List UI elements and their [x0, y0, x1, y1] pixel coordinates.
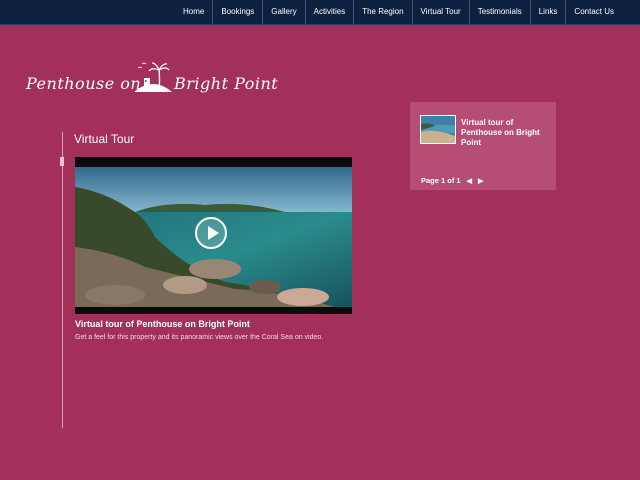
video-title: Virtual tour of Penthouse on Bright Poin… — [75, 319, 250, 329]
page-title: Virtual Tour — [74, 132, 135, 146]
video-description: Get a feel for this property and its pan… — [75, 334, 324, 341]
video-list-link[interactable]: Virtual tour of Penthouse on Bright Poin… — [461, 118, 551, 148]
nav-bookings[interactable]: Bookings — [213, 0, 264, 24]
video-player[interactable] — [75, 157, 352, 314]
video-list-thumbnail[interactable] — [420, 115, 456, 144]
content-divider-marker — [60, 157, 64, 166]
nav-testimonials[interactable]: Testimonials — [470, 0, 531, 24]
site-logo[interactable]: Penthouse on Bright Point — [26, 58, 306, 104]
content-divider-line — [62, 132, 63, 428]
nav-activities[interactable]: Activities — [306, 0, 355, 24]
triangle-left-icon[interactable]: ◀ — [467, 177, 472, 185]
pager-label: Page 1 of 1 — [421, 176, 461, 185]
main-nav: Home Bookings Gallery Activities The Reg… — [175, 0, 614, 24]
nav-contact-us[interactable]: Contact Us — [566, 0, 614, 24]
nav-the-region[interactable]: The Region — [354, 0, 413, 24]
video-list-panel: Virtual tour of Penthouse on Bright Poin… — [410, 102, 556, 190]
play-button[interactable] — [195, 217, 227, 249]
logo-text-penthouse: Penthouse on — [26, 74, 142, 93]
nav-gallery[interactable]: Gallery — [263, 0, 306, 24]
island-icon — [134, 62, 172, 92]
nav-home[interactable]: Home — [175, 0, 214, 24]
play-icon — [207, 226, 219, 240]
logo-text-bright-point: Bright Point — [174, 74, 279, 93]
top-navigation-bar: Home Bookings Gallery Activities The Reg… — [0, 0, 640, 25]
pagination: Page 1 of 1 ◀ ▶ — [421, 176, 483, 185]
nav-links[interactable]: Links — [531, 0, 567, 24]
beach-thumbnail-image — [421, 116, 455, 143]
triangle-right-icon[interactable]: ▶ — [478, 177, 483, 185]
nav-virtual-tour[interactable]: Virtual Tour — [413, 0, 470, 24]
